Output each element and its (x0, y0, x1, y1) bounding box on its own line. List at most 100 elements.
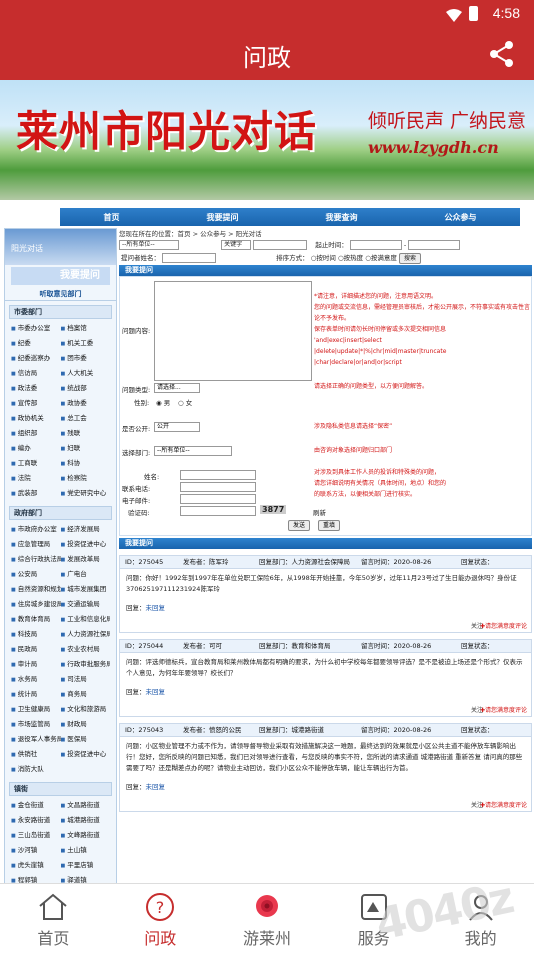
sidebar-dept-link[interactable]: 团市委 (61, 351, 111, 365)
sidebar-dept-link[interactable]: 法院 (11, 471, 61, 485)
sidebar-dept-link[interactable]: 发展改革局 (61, 552, 111, 566)
sidebar-dept-link[interactable]: 农业农村局 (61, 642, 111, 656)
sidebar-dept-link[interactable]: 金仓街道 (11, 798, 61, 812)
sidebar-dept-link[interactable]: 自然资源和规划局 (11, 582, 61, 596)
sidebar-dept-link[interactable]: 编办 (11, 441, 61, 455)
sidebar-dept-link[interactable]: 城港路街道 (61, 813, 111, 827)
dept-filter-select[interactable]: --所有单位-- (119, 240, 179, 250)
sidebar-dept-link[interactable]: 驿道镇 (61, 873, 111, 883)
sidebar-dept-link[interactable]: 平里店镇 (61, 858, 111, 872)
submit-button[interactable]: 发送 (288, 520, 311, 531)
share-icon[interactable] (488, 40, 516, 72)
sidebar-dept-link[interactable]: 科协 (61, 456, 111, 470)
qa-reply-link[interactable]: 未回复 (146, 688, 166, 696)
sidebar-dept-link[interactable]: 投资促进中心 (61, 747, 111, 761)
sidebar-dept-link[interactable]: 行政审批服务局 (61, 657, 110, 671)
sidebar-dept-link[interactable]: 程郭镇 (11, 873, 61, 883)
sidebar-dept-link[interactable]: 综合行政执法局 (11, 552, 61, 566)
captcha-refresh-link[interactable]: 刷新 (313, 507, 326, 517)
sidebar-dept-link[interactable]: 政协机关 (11, 411, 61, 425)
sidebar-dept-link[interactable]: 永安路街道 (11, 813, 61, 827)
reset-button[interactable]: 重填 (318, 520, 341, 531)
sidebar-dept-link[interactable]: 财政局 (61, 717, 111, 731)
gender-female-radio[interactable]: ○ 女 (178, 397, 192, 407)
site-nav-query[interactable]: 我要查询 (326, 212, 358, 223)
sidebar-dept-link[interactable]: 档案馆 (61, 321, 111, 335)
sidebar-dept-link[interactable]: 供销社 (11, 747, 61, 761)
sidebar-dept-link[interactable]: 住房城乡建设局 (11, 597, 61, 611)
sidebar-dept-link[interactable]: 三山岛街道 (11, 828, 61, 842)
rate-link[interactable]: ✚请您满意度评论 (480, 621, 527, 630)
tab-home[interactable]: 首页 (0, 884, 107, 949)
code-input[interactable] (180, 506, 256, 516)
sidebar-dept-link[interactable]: 党史研究中心 (61, 486, 111, 500)
sidebar-dept-link[interactable]: 商务局 (61, 687, 111, 701)
sidebar-dept-link[interactable]: 公安局 (11, 567, 61, 581)
qa-reply-link[interactable]: 未回复 (146, 604, 166, 612)
end-date-input[interactable] (408, 240, 461, 250)
site-nav-participate[interactable]: 公众参与 (445, 212, 477, 223)
sort-satisfaction-radio[interactable]: ○按满意度 (365, 254, 397, 262)
sidebar-dept-link[interactable]: 武装部 (11, 486, 61, 500)
public-select[interactable]: 公开 (154, 422, 200, 432)
sidebar-dept-link[interactable]: 医保局 (61, 732, 111, 746)
sidebar-dept-link[interactable]: 经济发展局 (61, 522, 111, 536)
sidebar-dept-link[interactable]: 市场监管局 (11, 717, 61, 731)
sidebar-dept-link[interactable]: 统计局 (11, 687, 61, 701)
sidebar-dept-link[interactable]: 机关工委 (61, 336, 111, 350)
dept-select[interactable]: --所有单位-- (154, 446, 232, 456)
name-input[interactable] (180, 470, 256, 480)
sidebar-dept-link[interactable]: 市政府办公室 (11, 522, 61, 536)
sidebar-dept-link[interactable]: 沙河镇 (11, 843, 61, 857)
sidebar-dept-link[interactable]: 投资促进中心 (61, 537, 111, 551)
sort-time-radio[interactable]: ○按时间 (311, 254, 336, 262)
sidebar-dept-link[interactable]: 退役军人事务局 (11, 732, 61, 746)
sidebar-dept-link[interactable]: 司法局 (61, 672, 111, 686)
sidebar-dept-link[interactable]: 工商联 (11, 456, 61, 470)
sidebar-dept-link[interactable]: 文昌路街道 (61, 798, 111, 812)
sidebar-dept-link[interactable]: 组织部 (11, 426, 61, 440)
sidebar-dept-link[interactable]: 检察院 (61, 471, 111, 485)
tab-tour[interactable]: 游莱州 (214, 884, 321, 949)
search-button[interactable]: 搜索 (398, 252, 421, 264)
captcha-image[interactable]: 3877 (260, 505, 287, 514)
start-date-input[interactable] (349, 240, 402, 250)
sidebar-dept-link[interactable]: 虎头崖镇 (11, 858, 61, 872)
sidebar-dept-link[interactable]: 工业和信息化局 (61, 612, 110, 626)
sidebar-dept-link[interactable]: 民政局 (11, 642, 61, 656)
site-nav-home[interactable]: 首页 (104, 212, 120, 223)
sidebar-dept-link[interactable]: 科技局 (11, 627, 61, 641)
sidebar-dept-link[interactable]: 人大机关 (61, 366, 111, 380)
sidebar-dept-link[interactable]: 文峰路街道 (61, 828, 111, 842)
sidebar-dept-link[interactable]: 总工会 (61, 411, 111, 425)
sidebar-dept-link[interactable]: 文化和旅游局 (61, 702, 111, 716)
sidebar-dept-link[interactable]: 广电台 (61, 567, 111, 581)
sidebar-dept-link[interactable]: 水务局 (11, 672, 61, 686)
type-select[interactable]: 请选择... (154, 383, 200, 393)
rate-link[interactable]: ✚请您满意度评论 (480, 705, 527, 714)
sidebar-dept-link[interactable]: 政协委 (61, 396, 111, 410)
site-nav-ask[interactable]: 我要提问 (207, 212, 239, 223)
email-input[interactable] (180, 494, 256, 504)
sidebar-dept-link[interactable]: 宣传部 (11, 396, 61, 410)
sidebar-dept-link[interactable]: 审计局 (11, 657, 61, 671)
sidebar-dept-link[interactable]: 政法委 (11, 381, 61, 395)
sidebar-dept-link[interactable]: 妇联 (61, 441, 111, 455)
sidebar-dept-link[interactable]: 统战部 (61, 381, 111, 395)
sidebar-dept-link[interactable]: 残联 (61, 426, 111, 440)
gender-male-radio[interactable]: ◉ 男 (156, 397, 170, 407)
sidebar-dept-link[interactable]: 应急管理局 (11, 537, 61, 551)
sidebar-dept-link[interactable]: 纪委巡察办 (11, 351, 61, 365)
sidebar-dept-link[interactable]: 土山镇 (61, 843, 111, 857)
phone-input[interactable] (180, 482, 256, 492)
sidebar-dept-link[interactable]: 交通运输局 (61, 597, 111, 611)
sidebar-dept-link[interactable]: 教育体育局 (11, 612, 61, 626)
tab-wenzheng[interactable]: ? 问政 (107, 884, 214, 949)
sidebar-dept-link[interactable]: 市委办公室 (11, 321, 61, 335)
keyword-input[interactable] (253, 240, 308, 250)
sidebar-dept-link[interactable]: 信访局 (11, 366, 61, 380)
sidebar-dept-link[interactable]: 人力资源社保局 (61, 627, 110, 641)
sidebar-dept-link[interactable]: 消防大队 (11, 762, 61, 776)
poster-input[interactable] (162, 253, 217, 263)
sidebar-ask-button[interactable]: 我要提问 (11, 267, 110, 285)
